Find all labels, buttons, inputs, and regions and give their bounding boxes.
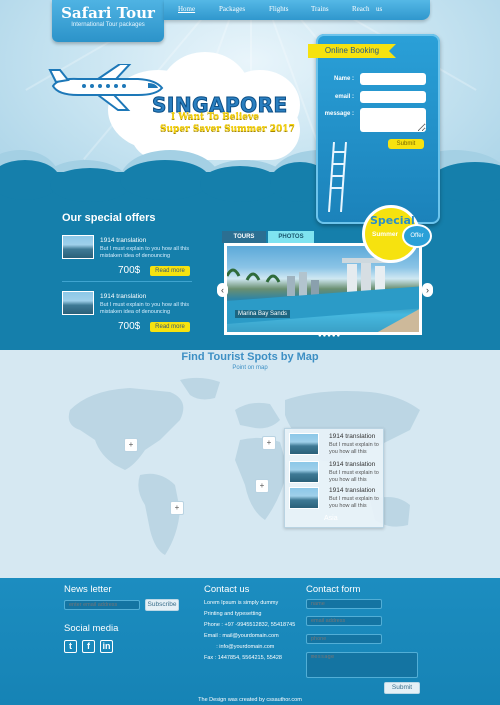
contact-form-heading: Contact form: [306, 584, 361, 595]
booking-email-field[interactable]: [360, 91, 426, 103]
map-pin[interactable]: +: [170, 501, 184, 515]
map-pin[interactable]: +: [124, 438, 138, 452]
logo[interactable]: Safari Tour International Tour packages: [52, 0, 164, 42]
popup-thumbnail: [289, 461, 319, 483]
social-media-heading: Social media: [64, 623, 119, 634]
popup-item[interactable]: 1914 translation But I must explain to y…: [289, 433, 383, 459]
nav-reach[interactable]: Reach: [352, 5, 370, 13]
nav-packages[interactable]: Packages: [219, 5, 245, 13]
offer-thumbnail[interactable]: [62, 291, 94, 315]
booking-submit-button[interactable]: Submit: [388, 139, 424, 149]
name-label: Name :: [333, 76, 354, 82]
offer-badge: Offer: [402, 224, 432, 248]
offer-thumbnail[interactable]: [62, 235, 94, 259]
map-pin[interactable]: +: [255, 479, 269, 493]
slider-dots[interactable]: ●●●●●: [318, 333, 341, 339]
email-label: email :: [334, 94, 354, 100]
popup-item-name: 1914 translation: [329, 433, 376, 440]
newsletter-heading: News letter: [64, 584, 112, 595]
form-submit-button[interactable]: Submit: [384, 682, 420, 694]
offer-card: 1914 translation But I must explain to y…: [62, 235, 192, 285]
popup-item[interactable]: 1914 translation But I must explain to y…: [289, 487, 383, 513]
newsletter-email-field[interactable]: [64, 600, 140, 610]
booking-heading: Online Booking: [308, 44, 396, 58]
logo-title: Safari Tour: [61, 4, 155, 22]
hero-tagline: I Want To Believe: [171, 112, 259, 122]
contact-email-alt[interactable]: : info@yourdomain.com: [204, 644, 274, 650]
divider: [62, 281, 192, 282]
nav-home[interactable]: Home: [178, 5, 195, 13]
popup-item-desc: But I must explain to you how all this: [329, 496, 379, 509]
popup-item-desc: But I must explain to you how all this: [329, 442, 379, 455]
contact-line: Lorem Ipsum is simply dummy: [204, 600, 279, 606]
offer-name[interactable]: 1914 translation: [100, 237, 146, 244]
booking-message-field[interactable]: [360, 108, 426, 132]
read-more-button[interactable]: Read more: [150, 266, 190, 276]
hero-promo: Super Saver Summer 2017: [160, 124, 295, 134]
map-title: Find Tourist Spots by Map: [181, 351, 319, 363]
popup-item-desc: But I must explain to you how all this: [329, 470, 379, 483]
tab-tours[interactable]: TOURS: [222, 231, 266, 243]
facebook-icon[interactable]: f: [82, 640, 95, 653]
page: Safari Tour International Tour packages …: [0, 0, 500, 705]
slider-caption: Marina Bay Sands: [235, 310, 291, 318]
offer-description: But I must explain to you how all this m…: [100, 246, 189, 259]
contact-line: Printing and typesetting: [204, 611, 262, 617]
nav-us[interactable]: us: [376, 5, 382, 13]
logo-subtitle: International Tour packages: [71, 22, 145, 28]
form-name-field[interactable]: [306, 599, 382, 609]
special-subtitle: Summer: [372, 231, 399, 238]
popup-region-label: Asia: [324, 515, 338, 522]
offers-title: Our special offers: [62, 212, 156, 224]
nav-flights[interactable]: Flights: [269, 5, 288, 13]
read-more-button[interactable]: Read more: [150, 322, 190, 332]
contact-fax: Fax : 1447854, 5564215, 55428: [204, 655, 282, 661]
slider-next-button[interactable]: ›: [422, 283, 433, 297]
map-popup: 1914 translation But I must explain to y…: [284, 428, 384, 528]
offer-price: 700$: [118, 265, 141, 276]
popup-thumbnail: [289, 433, 319, 455]
booking-name-field[interactable]: [360, 73, 426, 85]
message-label: message :: [324, 111, 354, 117]
form-message-field[interactable]: [306, 652, 418, 678]
ladder-icon: [328, 142, 347, 212]
tab-photos[interactable]: PHOTOS: [268, 231, 314, 243]
credits: The Design was created by cssauthor.com: [198, 697, 302, 703]
popup-item-name: 1914 translation: [329, 461, 376, 468]
popup-item-name: 1914 translation: [329, 487, 376, 494]
airplane-icon: [48, 64, 164, 111]
slider-prev-button[interactable]: ‹: [217, 283, 228, 297]
offer-description: But I must explain to you how all this m…: [100, 302, 189, 315]
map-pin[interactable]: +: [262, 436, 276, 450]
main-nav: Home Packages Flights Trains Reach us: [164, 0, 430, 20]
contact-email[interactable]: Email : mail@yourdomain.com: [204, 633, 279, 639]
world-map: [68, 377, 420, 555]
nav-trains[interactable]: Trains: [311, 5, 329, 13]
popup-item[interactable]: 1914 translation But I must explain to y…: [289, 461, 383, 487]
popup-thumbnail: [289, 487, 319, 509]
form-phone-field[interactable]: [306, 634, 382, 644]
contact-heading: Contact us: [204, 584, 250, 595]
offer-name[interactable]: 1914 translation: [100, 293, 146, 300]
linkedin-icon[interactable]: in: [100, 640, 113, 653]
form-email-field[interactable]: [306, 616, 382, 626]
offer-price: 700$: [118, 321, 141, 332]
subscribe-button[interactable]: Subscribe: [145, 599, 179, 611]
twitter-icon[interactable]: t: [64, 640, 77, 653]
offer-card: 1914 translation But I must explain to y…: [62, 291, 192, 341]
contact-phone: Phone : +97 -9945512832, 55418745: [204, 622, 296, 628]
